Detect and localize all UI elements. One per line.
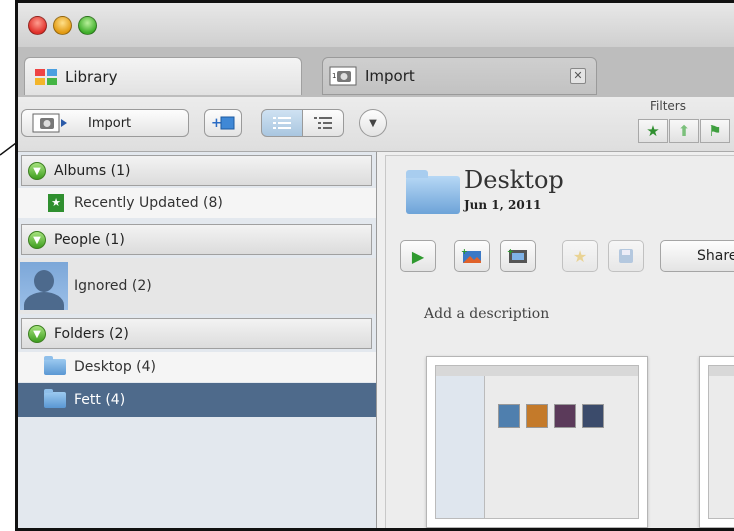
screenshot-preview [708,365,734,519]
person-avatar-icon [20,262,68,310]
folder-icon [44,389,66,408]
tab-import-label: Import [365,67,415,85]
library-icon [35,68,57,85]
disclosure-triangle-icon[interactable]: ▼ [28,161,46,180]
tab-library-label: Library [65,67,118,86]
list-view-icon [273,117,291,129]
up-arrow-filter-icon[interactable]: ⬆ [669,119,699,143]
disclosure-triangle-icon[interactable]: ▼ [28,324,46,343]
add-album-icon: + [211,116,235,131]
description-field[interactable]: Add a description [424,306,549,322]
toolbar: Import + ▼ Filters ★ ⬆ ⚑ [18,97,734,152]
filter-buttons: ★ ⬆ ⚑ [638,119,734,143]
svg-text:+: + [461,248,468,256]
folder-icon [44,356,66,375]
folders-section-header[interactable]: ▼ Folders (2) [21,318,372,349]
people-header-label: People (1) [54,231,125,248]
save-icon [619,249,633,263]
camera-icon [32,113,67,133]
tab-bar: Library 1 Import ✕ [18,47,734,97]
tab-library[interactable]: Library [24,57,302,95]
close-window-button[interactable] [28,16,47,35]
albums-section-header[interactable]: ▼ Albums (1) [21,155,372,186]
svg-text:+: + [211,116,222,131]
albums-header-label: Albums (1) [54,162,131,179]
zoom-window-button[interactable] [78,16,97,35]
add-photo-icon: + [461,248,481,263]
sidebar-item-recently-updated[interactable]: ★ Recently Updated (8) [18,188,376,218]
tab-import[interactable]: 1 Import ✕ [322,57,597,95]
sidebar-item-label: Desktop (4) [74,359,157,375]
list-view-button[interactable] [261,109,303,137]
share-button[interactable]: Share [660,240,734,272]
more-options-button[interactable]: ▼ [359,109,387,137]
photo-thumbnail[interactable] [699,356,734,528]
tree-view-icon [314,117,332,129]
star-icon: ★ [572,246,588,266]
person-filter-icon[interactable]: ⚑ [700,119,730,143]
event-folder-icon [406,170,460,214]
smart-album-icon: ★ [48,194,64,212]
star-filter-icon[interactable]: ★ [638,119,668,143]
event-date: Jun 1, 2011 [464,198,542,212]
play-icon: ▶ [411,246,425,266]
add-video-button[interactable]: + [500,240,536,272]
folders-header-label: Folders (2) [54,325,129,342]
title-bar [18,3,734,48]
sidebar-item-fett[interactable]: Fett (4) [18,383,376,417]
disclosure-triangle-icon[interactable]: ▼ [28,230,46,249]
svg-text:+: + [507,248,514,256]
share-button-label: Share [697,248,734,264]
favorite-button[interactable]: ★ [562,240,598,272]
add-to-album-button[interactable]: + [204,109,242,137]
main-panel: Desktop Jun 1, 2011 ▶ + + ★ Share Add a … [377,152,734,528]
sidebar-item-label: Recently Updated (8) [74,195,223,211]
screenshot-preview [435,365,639,519]
event-title[interactable]: Desktop [464,166,564,194]
sidebar-item-ignored[interactable]: Ignored (2) [18,258,376,314]
minimize-window-button[interactable] [53,16,72,35]
camera-icon: 1 [329,66,357,86]
sidebar-item-label: Fett (4) [74,392,126,408]
sidebar-item-desktop[interactable]: Desktop (4) [18,352,376,382]
save-button[interactable] [608,240,644,272]
close-tab-icon[interactable]: ✕ [570,68,586,84]
import-button-label: Import [88,115,132,131]
photo-thumbnail[interactable] [426,356,648,528]
chevron-down-icon: ▼ [369,117,377,129]
add-video-icon: + [507,248,527,263]
people-section-header[interactable]: ▼ People (1) [21,224,372,255]
import-button[interactable]: Import [21,109,189,137]
add-photo-button[interactable]: + [454,240,490,272]
event-view: Desktop Jun 1, 2011 ▶ + + ★ Share Add a … [385,155,734,528]
tree-view-button[interactable] [302,109,344,137]
sidebar: ▼ Albums (1) ★ Recently Updated (8) ▼ Pe… [18,152,377,528]
app-window: Library 1 Import ✕ Import + ▼ Filters ★ … [15,0,734,531]
play-slideshow-button[interactable]: ▶ [400,240,436,272]
sidebar-item-label: Ignored (2) [74,278,152,294]
svg-text:1: 1 [332,72,336,80]
filters-label: Filters [650,99,686,113]
